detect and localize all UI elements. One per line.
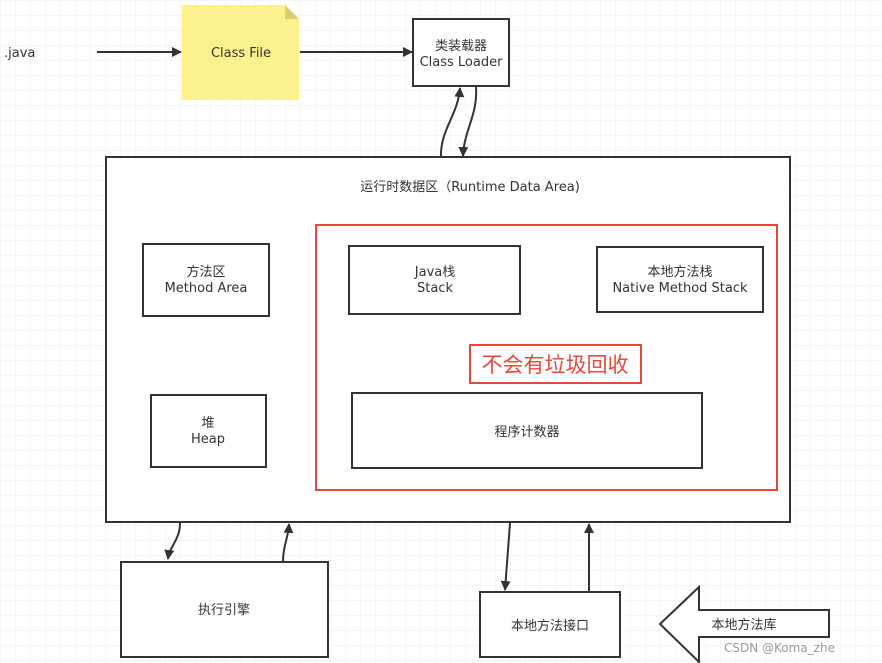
runtime-area-title: 运行时数据区（Runtime Data Area) [360, 180, 580, 195]
execution-engine-label: 执行引擎 [198, 603, 250, 618]
jvm-architecture-diagram: .java Class File 类装载器 Class Loader 运行时数据… [0, 0, 882, 663]
java-stack-box: Java栈 Stack [348, 245, 521, 315]
heap-box: 堆 Heap [150, 394, 267, 468]
java-stack-en: Stack [417, 281, 453, 296]
heap-cn: 堆 [201, 416, 214, 431]
program-counter-label: 程序计数器 [494, 425, 559, 440]
class-loader-box: 类装载器 Class Loader [412, 18, 510, 87]
native-stack-cn: 本地方法栈 [647, 264, 712, 280]
watermark: CSDN @Koma_zhe [724, 641, 835, 655]
java-stack-cn: Java栈 [414, 265, 455, 280]
native-interface-box: 本地方法接口 [479, 591, 621, 658]
class-loader-cn: 类装载器 [435, 39, 487, 54]
native-method-stack-box: 本地方法栈 Native Method Stack [596, 246, 764, 313]
class-file-label: Class File [211, 46, 271, 61]
program-counter-box: 程序计数器 [351, 392, 703, 469]
method-area-cn: 方法区 [186, 264, 225, 280]
native-library-label: 本地方法库 [711, 617, 776, 633]
no-gc-note: 不会有垃圾回收 [469, 344, 642, 384]
method-area-box: 方法区 Method Area [142, 243, 270, 317]
heap-en: Heap [191, 432, 225, 447]
native-stack-en: Native Method Stack [612, 281, 748, 296]
execution-engine-box: 执行引擎 [120, 561, 329, 658]
native-interface-label: 本地方法接口 [511, 618, 589, 634]
java-source-label: .java [4, 46, 35, 61]
class-file-note: Class File [182, 5, 299, 100]
no-gc-text: 不会有垃圾回收 [482, 353, 629, 377]
method-area-en: Method Area [165, 281, 248, 296]
class-loader-en: Class Loader [420, 55, 504, 70]
